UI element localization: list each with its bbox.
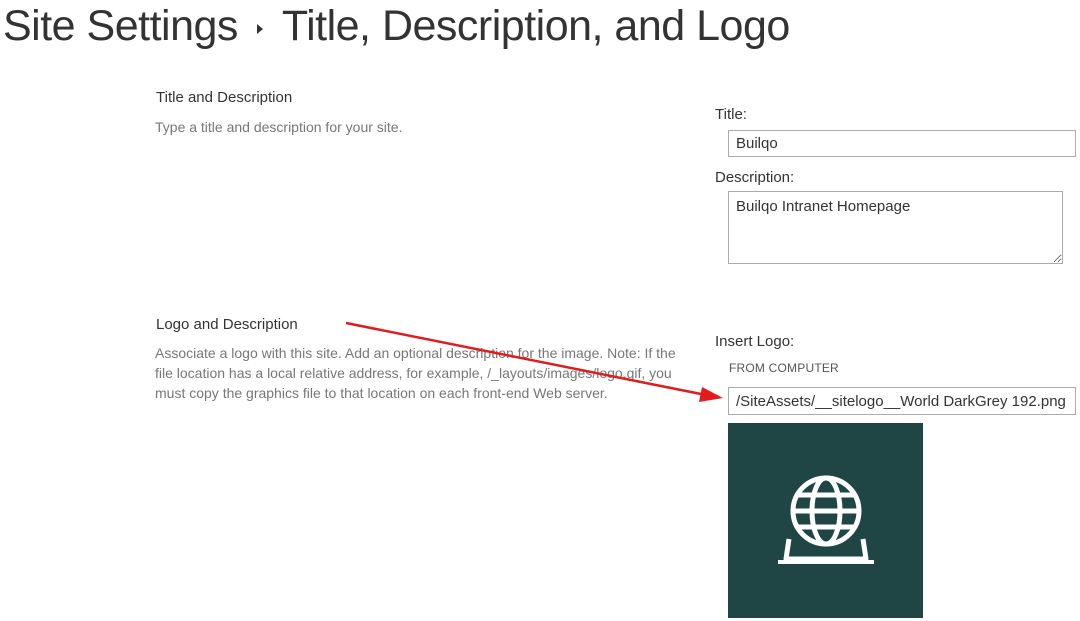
breadcrumb-separator-icon bbox=[256, 24, 263, 34]
logo-description-help-text: Associate a logo with this site. Add an … bbox=[155, 345, 676, 401]
logo-preview-svg bbox=[728, 423, 923, 618]
breadcrumb: Site Settings Title, Description, and Lo… bbox=[3, 0, 790, 52]
site-settings-page: Site Settings Title, Description, and Lo… bbox=[0, 0, 1080, 621]
description-field-label: Description: bbox=[715, 169, 795, 186]
page-title: Title, Description, and Logo bbox=[281, 1, 790, 50]
title-description-heading: Title and Description bbox=[156, 89, 293, 106]
title-description-help-text: Type a title and description for your si… bbox=[155, 119, 403, 135]
description-textarea[interactable]: Builqo Intranet Homepage bbox=[728, 191, 1063, 264]
breadcrumb-site-settings-link[interactable]: Site Settings bbox=[3, 2, 238, 51]
logo-background bbox=[728, 423, 923, 618]
from-computer-link[interactable]: FROM COMPUTER bbox=[729, 361, 839, 375]
logo-preview-image bbox=[728, 423, 923, 618]
logo-url-input[interactable] bbox=[728, 387, 1076, 415]
insert-logo-label: Insert Logo: bbox=[715, 333, 795, 350]
title-field-label: Title: bbox=[715, 106, 747, 123]
title-input[interactable] bbox=[728, 130, 1076, 157]
logo-description-heading: Logo and Description bbox=[156, 316, 298, 333]
